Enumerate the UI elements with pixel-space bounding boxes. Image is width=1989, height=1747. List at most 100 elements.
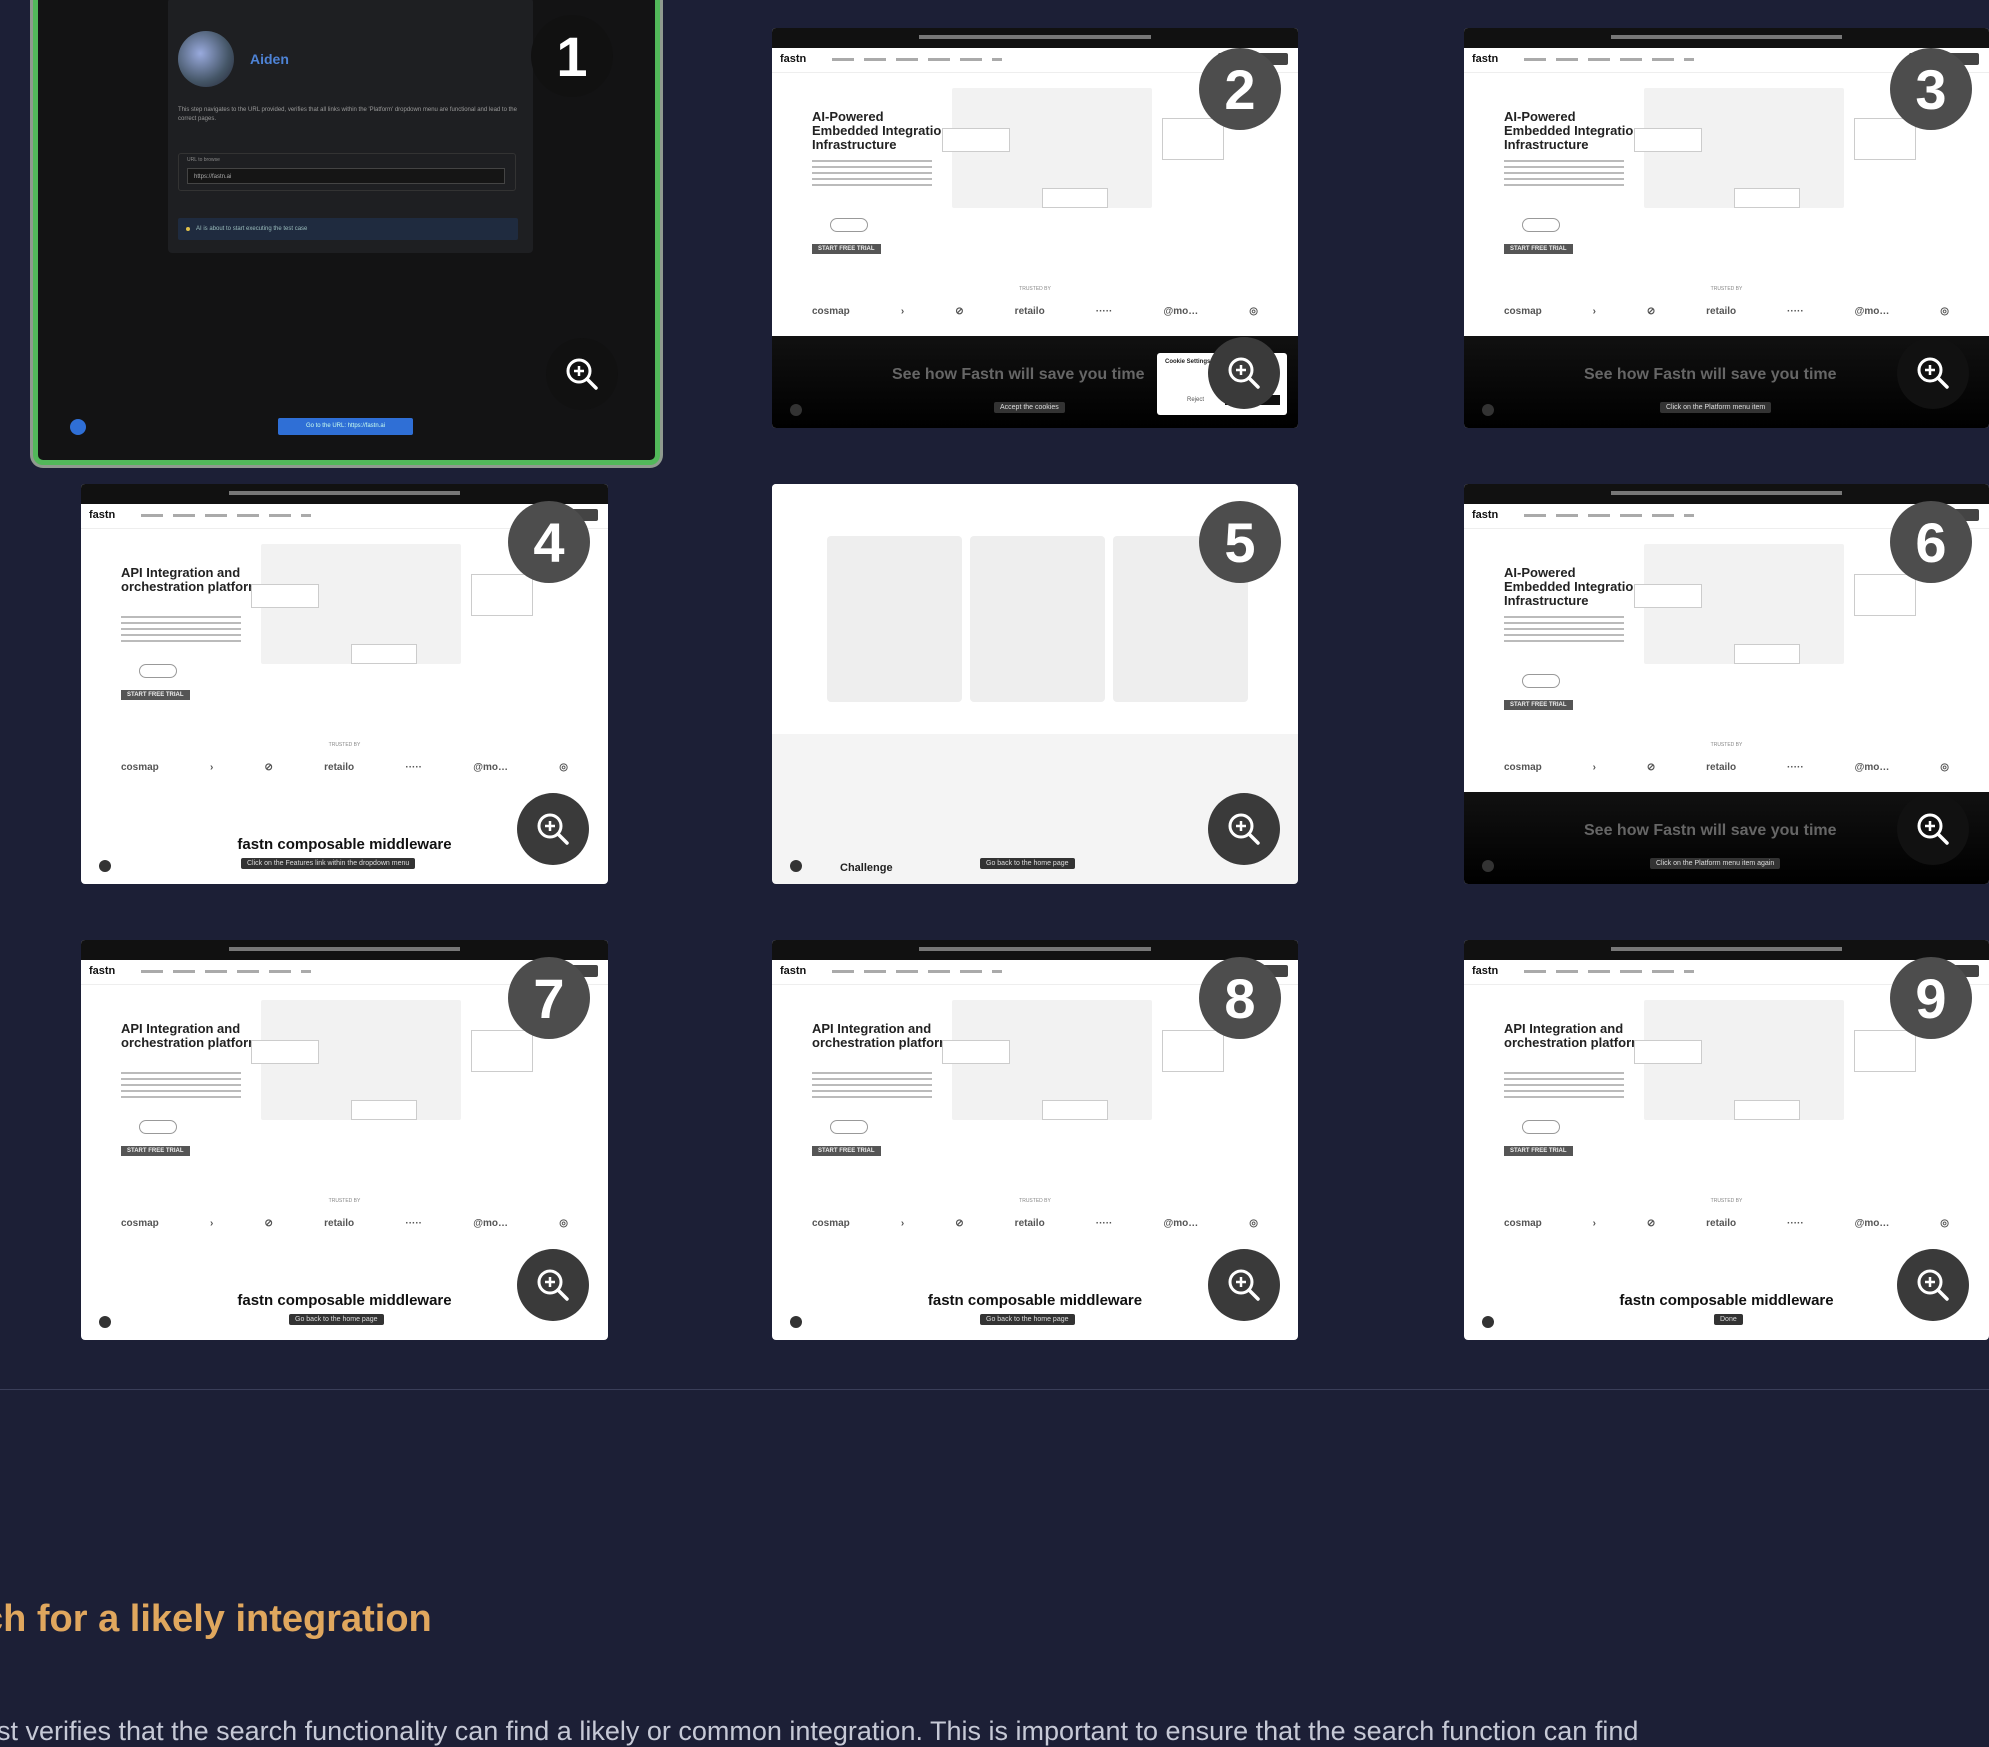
zoom-in-icon	[1228, 357, 1260, 389]
hero-cta: START FREE TRIAL	[812, 1146, 881, 1156]
hero-cta: START FREE TRIAL	[1504, 700, 1573, 710]
logo: ◎	[1249, 306, 1258, 317]
step-tooltip: Go back to the home page	[980, 858, 1075, 869]
logo: ⊘	[264, 1218, 273, 1229]
step-card-6[interactable]: fastn AI-Powered Embedded Integration In…	[1464, 484, 1989, 884]
trusted-label: TRUSTED BY	[1019, 286, 1051, 292]
zoom-button[interactable]	[1208, 793, 1280, 865]
corner-dot	[1482, 1316, 1494, 1328]
step-card-7[interactable]: fastn API Integration and orchestration …	[81, 940, 608, 1340]
zoom-in-icon	[1917, 357, 1949, 389]
video-band-text: See how Fastn will save you time	[892, 366, 1145, 383]
logo: ⊘	[1646, 762, 1656, 773]
zoom-in-icon	[1917, 813, 1949, 845]
logo: @mo…	[473, 762, 508, 773]
zoom-button[interactable]	[1897, 337, 1969, 409]
zoom-in-icon	[1228, 813, 1260, 845]
nav-links	[832, 970, 1002, 973]
site-logo: fastn	[780, 965, 807, 977]
step-number-badge: 1	[531, 15, 613, 97]
test-case-heading: ch for a likely integration	[0, 1598, 432, 1640]
step-card-2[interactable]: fastn AI-Powered Embedded Integration In…	[772, 28, 1298, 428]
corner-dot	[99, 860, 111, 872]
user-name: Aiden	[250, 51, 289, 67]
logo: retailo	[1014, 1218, 1045, 1229]
nav-links	[1524, 58, 1694, 61]
step-tooltip: Click on the Platform menu item	[1660, 402, 1772, 413]
step-number-badge: 6	[1890, 501, 1972, 583]
trusted-label: TRUSTED BY	[1710, 286, 1743, 292]
zoom-button[interactable]	[1208, 337, 1280, 409]
cookie-reject-button: Reject	[1187, 397, 1205, 403]
hero-diagram	[251, 1000, 533, 1120]
logo-strip: cosmap › ⊘ retailo ····· @mo… ◎	[121, 1218, 568, 1229]
zoom-button[interactable]	[546, 338, 618, 410]
logo: @mo…	[1854, 306, 1890, 317]
step-number-badge: 3	[1890, 48, 1972, 130]
logo: ◎	[1940, 1218, 1949, 1229]
logo: ›	[210, 1218, 214, 1229]
logo: ›	[1592, 762, 1597, 773]
zoom-in-icon	[537, 1269, 569, 1301]
logo: @mo…	[1163, 306, 1199, 317]
step-card-8[interactable]: fastn API Integration and orchestration …	[772, 940, 1298, 1340]
step-card-3[interactable]: fastn AI-Powered Embedded Integration In…	[1464, 28, 1989, 428]
site-logo: fastn	[89, 509, 116, 521]
step-description: This step navigates to the URL provided,…	[178, 107, 517, 122]
step-tooltip: Done	[1714, 1314, 1743, 1325]
zoom-button[interactable]	[1897, 793, 1969, 865]
hero-badge	[830, 1120, 868, 1134]
promo-bar	[81, 940, 608, 960]
zoom-button[interactable]	[1897, 1249, 1969, 1321]
nav-links	[1524, 514, 1694, 517]
step-card-1[interactable]: Aiden This step navigates to the URL pro…	[33, 0, 660, 465]
hero-paragraph	[812, 1072, 932, 1102]
avatar	[178, 31, 234, 87]
hero-paragraph	[1504, 1072, 1624, 1102]
hero-diagram	[942, 88, 1224, 208]
hero-cta: START FREE TRIAL	[1504, 244, 1573, 254]
challenge-label: Challenge	[840, 862, 893, 874]
logo: ·····	[405, 1218, 423, 1229]
logo-strip: cosmap › ⊘ retailo ····· @mo… ◎	[1504, 762, 1949, 773]
zoom-button[interactable]	[1208, 1249, 1280, 1321]
logo: ·····	[1095, 1218, 1113, 1229]
section-divider	[0, 1389, 1989, 1390]
promo-bar	[1464, 940, 1989, 960]
promo-bar	[81, 484, 608, 504]
hero-badge	[1522, 1120, 1560, 1134]
zoom-button[interactable]	[517, 793, 589, 865]
logo: cosmap	[812, 1218, 850, 1229]
nav-links	[141, 970, 311, 973]
step-card-4[interactable]: fastn API Integration and orchestration …	[81, 484, 608, 884]
step-card-5[interactable]: Challenge Go back to the home page 5	[772, 484, 1298, 884]
hero-diagram	[1634, 88, 1916, 208]
hero-cta: START FREE TRIAL	[121, 690, 190, 700]
corner-dot	[790, 404, 802, 416]
promo-bar	[772, 940, 1298, 960]
logo: @mo…	[1854, 762, 1890, 773]
trusted-label: TRUSTED BY	[1019, 1198, 1051, 1204]
zoom-button[interactable]	[517, 1249, 589, 1321]
logo: ◎	[1940, 762, 1949, 773]
cookie-title: Cookie Settings	[1165, 359, 1211, 365]
zoom-in-icon	[537, 813, 569, 845]
test-case-description: est verifies that the search functionali…	[0, 1716, 1639, 1746]
zoom-in-icon	[1228, 1269, 1260, 1301]
corner-dot	[1482, 860, 1494, 872]
logo: ⊘	[955, 1218, 964, 1229]
logo-strip: cosmap › ⊘ retailo ····· @mo… ◎	[121, 762, 568, 773]
logo: ◎	[559, 762, 568, 773]
step-card-9[interactable]: fastn API Integration and orchestration …	[1464, 940, 1989, 1340]
goto-url-button: Go to the URL: https://fastn.ai	[278, 418, 413, 435]
hero-title: API Integration and orchestration platfo…	[1504, 1021, 1643, 1050]
logo: ·····	[1095, 306, 1113, 317]
logo: ·····	[405, 762, 423, 773]
logo: cosmap	[1504, 762, 1542, 773]
logo: retailo	[1706, 1218, 1737, 1229]
step-number-badge: 5	[1199, 501, 1281, 583]
logo: cosmap	[1504, 1218, 1542, 1229]
site-logo: fastn	[1472, 965, 1499, 977]
hero-title: AI-Powered Embedded Integration Infrastr…	[1504, 109, 1642, 152]
step-tooltip: Click on the Features link within the dr…	[241, 858, 416, 869]
